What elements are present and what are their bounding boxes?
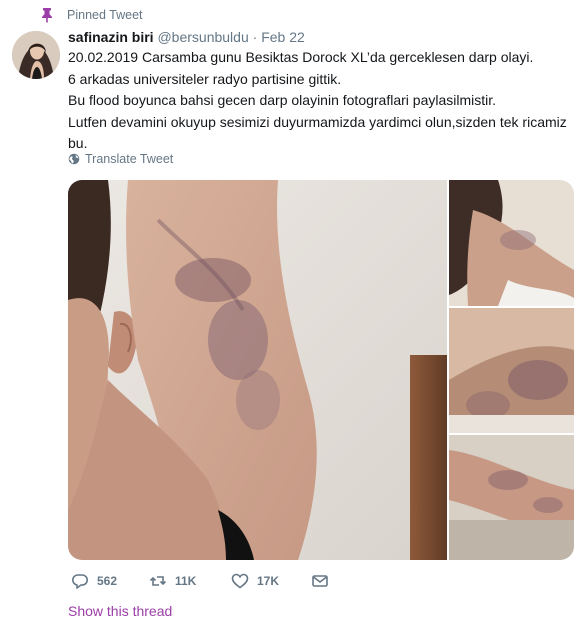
pinned-label: Pinned Tweet <box>67 8 143 22</box>
show-thread-link[interactable]: Show this thread <box>68 603 172 619</box>
reply-icon <box>72 574 88 589</box>
translate-label: Translate Tweet <box>85 152 174 166</box>
message-icon <box>312 575 328 587</box>
tweet-line: Lutfen devamini okuyup sesimizi duyurmam… <box>68 113 567 152</box>
author-name[interactable]: safinazin biri <box>68 29 154 45</box>
like-count: 17K <box>257 574 280 588</box>
direct-message-button[interactable] <box>311 572 337 590</box>
separator-dot: · <box>252 29 258 45</box>
author-handle[interactable]: @bersunbuldu <box>157 29 248 45</box>
photo-thumbnail-3[interactable] <box>449 435 574 560</box>
like-button[interactable]: 17K <box>231 572 279 590</box>
translate-tweet-link[interactable]: Translate Tweet <box>68 152 173 166</box>
photo-main[interactable] <box>68 180 450 560</box>
retweet-button[interactable]: 11K <box>149 572 196 590</box>
avatar[interactable] <box>12 31 60 79</box>
photo-thumbnail-2[interactable] <box>449 308 574 433</box>
tweet-date[interactable]: Feb 22 <box>261 29 305 45</box>
retweet-count: 11K <box>175 574 197 588</box>
reply-button[interactable]: 562 <box>71 572 117 590</box>
tweet-line: 20.02.2019 Carsamba gunu Besiktas Dorock… <box>68 49 534 65</box>
tweet-actions: 562 11K 17K <box>68 572 368 592</box>
tweet-header: safinazin biri @bersunbuldu · Feb 22 <box>68 27 305 47</box>
retweet-icon <box>149 576 167 586</box>
pin-icon <box>42 8 52 23</box>
photo-thumbnail-1[interactable] <box>449 180 574 306</box>
globe-icon <box>68 153 80 165</box>
tweet-line: 6 arkadas universiteler radyo partisine … <box>68 70 342 87</box>
media-gallery[interactable] <box>68 180 574 560</box>
tweet-line: Bu flood boyunca bahsi gecen darp olayin… <box>68 92 497 108</box>
reply-count: 562 <box>97 574 118 588</box>
like-icon <box>231 573 249 589</box>
pinned-indicator: Pinned Tweet <box>40 6 143 24</box>
tweet-text: 20.02.2019 Carsamba gunu Besiktas Dorock… <box>68 47 573 155</box>
